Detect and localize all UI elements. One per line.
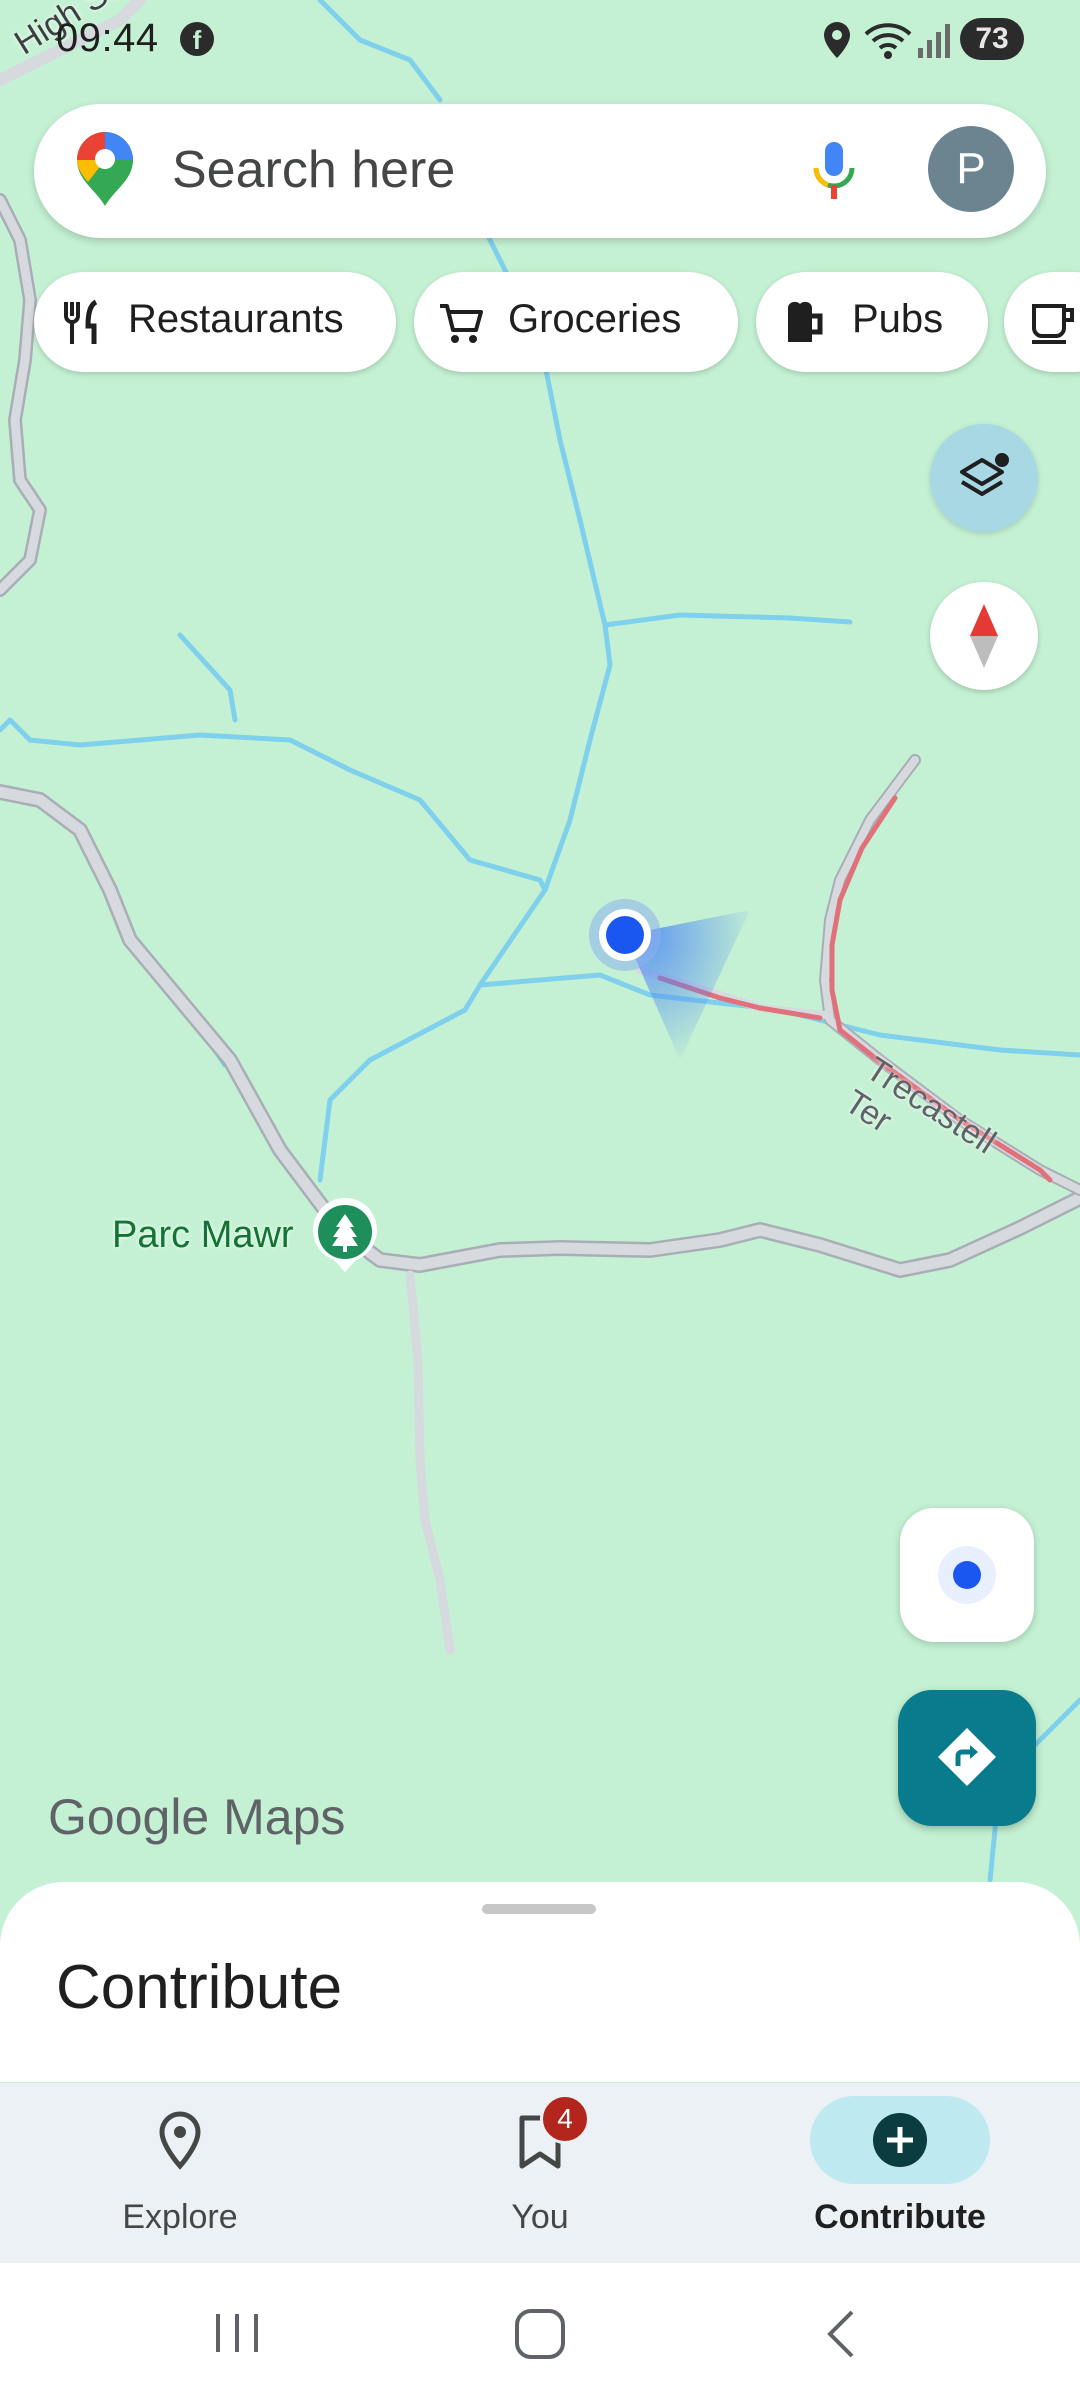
directions-icon [938,1728,996,1786]
sheet-title: Contribute [56,1953,343,2022]
signal-icon [918,24,950,58]
search-input[interactable]: Search here [172,140,455,200]
chip-label: Restaurants [128,297,344,341]
battery-icon: 73 [960,18,1024,60]
nav-you[interactable]: You [440,2198,640,2237]
chip-label: Pubs [852,297,944,341]
mic-icon[interactable] [808,138,860,204]
watermark-maps: Maps [223,1789,346,1845]
google-maps-watermark: Google Maps [48,1788,345,1846]
location-icon [824,22,850,58]
my-location-icon [938,1546,996,1604]
facebook-icon: f [180,22,214,56]
add-circle-icon[interactable] [872,2112,928,2168]
park-pin-icon[interactable] [310,1196,380,1276]
nav-contribute[interactable]: Contribute [800,2198,1000,2237]
park-label[interactable]: Parc Mawr [112,1214,294,1257]
status-time: 09:44 [56,16,159,60]
beer-mug-icon [788,301,823,342]
layers-icon [960,453,1009,496]
recents-icon[interactable] [212,2310,262,2356]
shopping-cart-icon [440,304,483,343]
compass-icon [970,604,998,668]
maps-pin-logo[interactable] [74,130,136,208]
location-pin-icon[interactable] [156,2110,204,2172]
back-icon[interactable] [820,2306,860,2362]
sheet-drag-handle[interactable] [482,1904,596,1914]
current-location-marker [589,899,750,1060]
home-icon[interactable] [512,2306,568,2362]
notification-badge: 4 [540,2094,590,2144]
coffee-cup-icon [1032,304,1074,344]
chip-label: Groceries [508,297,682,341]
avatar[interactable]: P [928,126,1014,212]
wifi-icon [864,23,912,59]
watermark-google: Google [48,1789,210,1845]
nav-explore[interactable]: Explore [80,2198,280,2237]
fork-knife-icon [64,299,98,344]
